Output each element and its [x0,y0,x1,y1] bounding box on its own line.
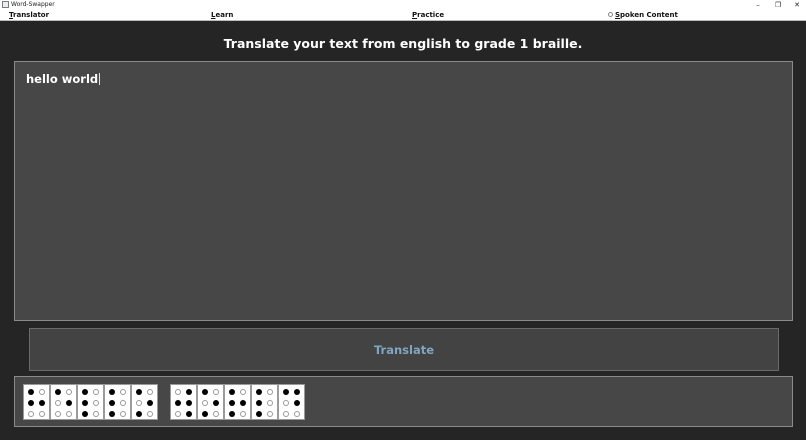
braille-dot-raised [82,389,88,395]
braille-cell-e [50,384,77,420]
app-icon [2,1,9,8]
braille-dot-empty [120,389,126,395]
window-titlebar: Word-Swapper – ❐ ✕ [0,0,806,10]
braille-dot-empty [66,411,72,417]
braille-dot-raised [39,400,45,406]
braille-dot-empty [267,400,273,406]
braille-dot-empty [267,411,273,417]
braille-dot-raised [66,400,72,406]
menu-practice-label: ractice [417,11,445,19]
braille-dot-raised [256,389,262,395]
braille-dot-empty [120,411,126,417]
braille-dot-raised [55,389,61,395]
braille-dot-empty [283,400,289,406]
braille-dot-empty [147,389,153,395]
menu-practice[interactable]: Practice [412,10,444,21]
braille-dot-empty [175,411,181,417]
menu-translator-label: ranslator [13,11,50,19]
braille-dot-raised [109,389,115,395]
braille-dot-raised [229,389,235,395]
braille-dot-empty [55,400,61,406]
braille-dot-raised [202,411,208,417]
braille-dot-raised [294,400,300,406]
braille-dot-empty [267,389,273,395]
braille-dot-raised [240,400,246,406]
braille-dot-empty [55,411,61,417]
braille-dot-empty [213,411,219,417]
braille-cell-h [23,384,50,420]
braille-dot-empty [93,400,99,406]
menu-bar: Translator Learn Practice Spoken Content [0,10,806,21]
braille-dot-raised [256,411,262,417]
braille-cell-l [251,384,278,420]
braille-cell-w [170,384,197,420]
braille-dot-raised [109,411,115,417]
braille-dot-empty [120,400,126,406]
braille-dot-empty [240,389,246,395]
braille-dot-empty [283,411,289,417]
braille-dot-empty [213,389,219,395]
text-caret [99,73,101,85]
braille-dot-empty [39,389,45,395]
input-text-line: hello world [26,72,101,86]
braille-dot-raised [109,400,115,406]
braille-dot-raised [147,400,153,406]
braille-dot-empty [175,389,181,395]
braille-dot-raised [186,389,192,395]
braille-output-panel [14,376,793,427]
braille-dot-raised [82,400,88,406]
braille-dot-raised [256,400,262,406]
menu-learn-label: earn [215,11,234,19]
input-text-value: hello world [26,72,99,86]
window-title: Word-Swapper [11,1,55,8]
braille-cell-o [131,384,158,420]
braille-dot-raised [283,389,289,395]
minimize-icon[interactable]: – [747,0,769,10]
braille-dot-empty [66,389,72,395]
braille-dot-empty [39,411,45,417]
braille-dot-raised [136,389,142,395]
translate-button[interactable]: Translate [29,328,779,371]
braille-dot-empty [147,411,153,417]
braille-cell-l [104,384,131,420]
braille-dot-raised [175,400,181,406]
braille-dot-raised [82,411,88,417]
menu-spoken-label: poken Content [620,11,678,19]
braille-dot-raised [28,389,34,395]
close-icon[interactable]: ✕ [786,0,806,10]
braille-cell-o [197,384,224,420]
braille-dot-raised [202,389,208,395]
radio-icon[interactable] [608,12,613,17]
menu-spoken-content[interactable]: Spoken Content [608,10,678,21]
braille-dot-empty [136,400,142,406]
braille-dot-raised [186,411,192,417]
braille-dot-raised [229,400,235,406]
braille-dot-empty [294,411,300,417]
braille-dot-raised [213,400,219,406]
braille-dot-raised [136,411,142,417]
braille-cell-d [278,384,305,420]
braille-dot-empty [28,411,34,417]
braille-cell-r [224,384,251,420]
input-textarea[interactable]: hello world [14,61,793,321]
menu-translator[interactable]: Translator [9,10,49,21]
braille-word-world [170,384,305,420]
braille-dot-empty [93,411,99,417]
braille-dot-raised [28,400,34,406]
braille-dot-raised [229,411,235,417]
braille-dot-empty [93,389,99,395]
braille-word-hello [23,384,158,420]
braille-cell-l [77,384,104,420]
braille-dot-empty [240,411,246,417]
page-title: Translate your text from english to grad… [223,36,583,51]
braille-dot-empty [202,400,208,406]
menu-learn[interactable]: Learn [211,10,233,21]
braille-dot-raised [186,400,192,406]
braille-dot-raised [294,389,300,395]
